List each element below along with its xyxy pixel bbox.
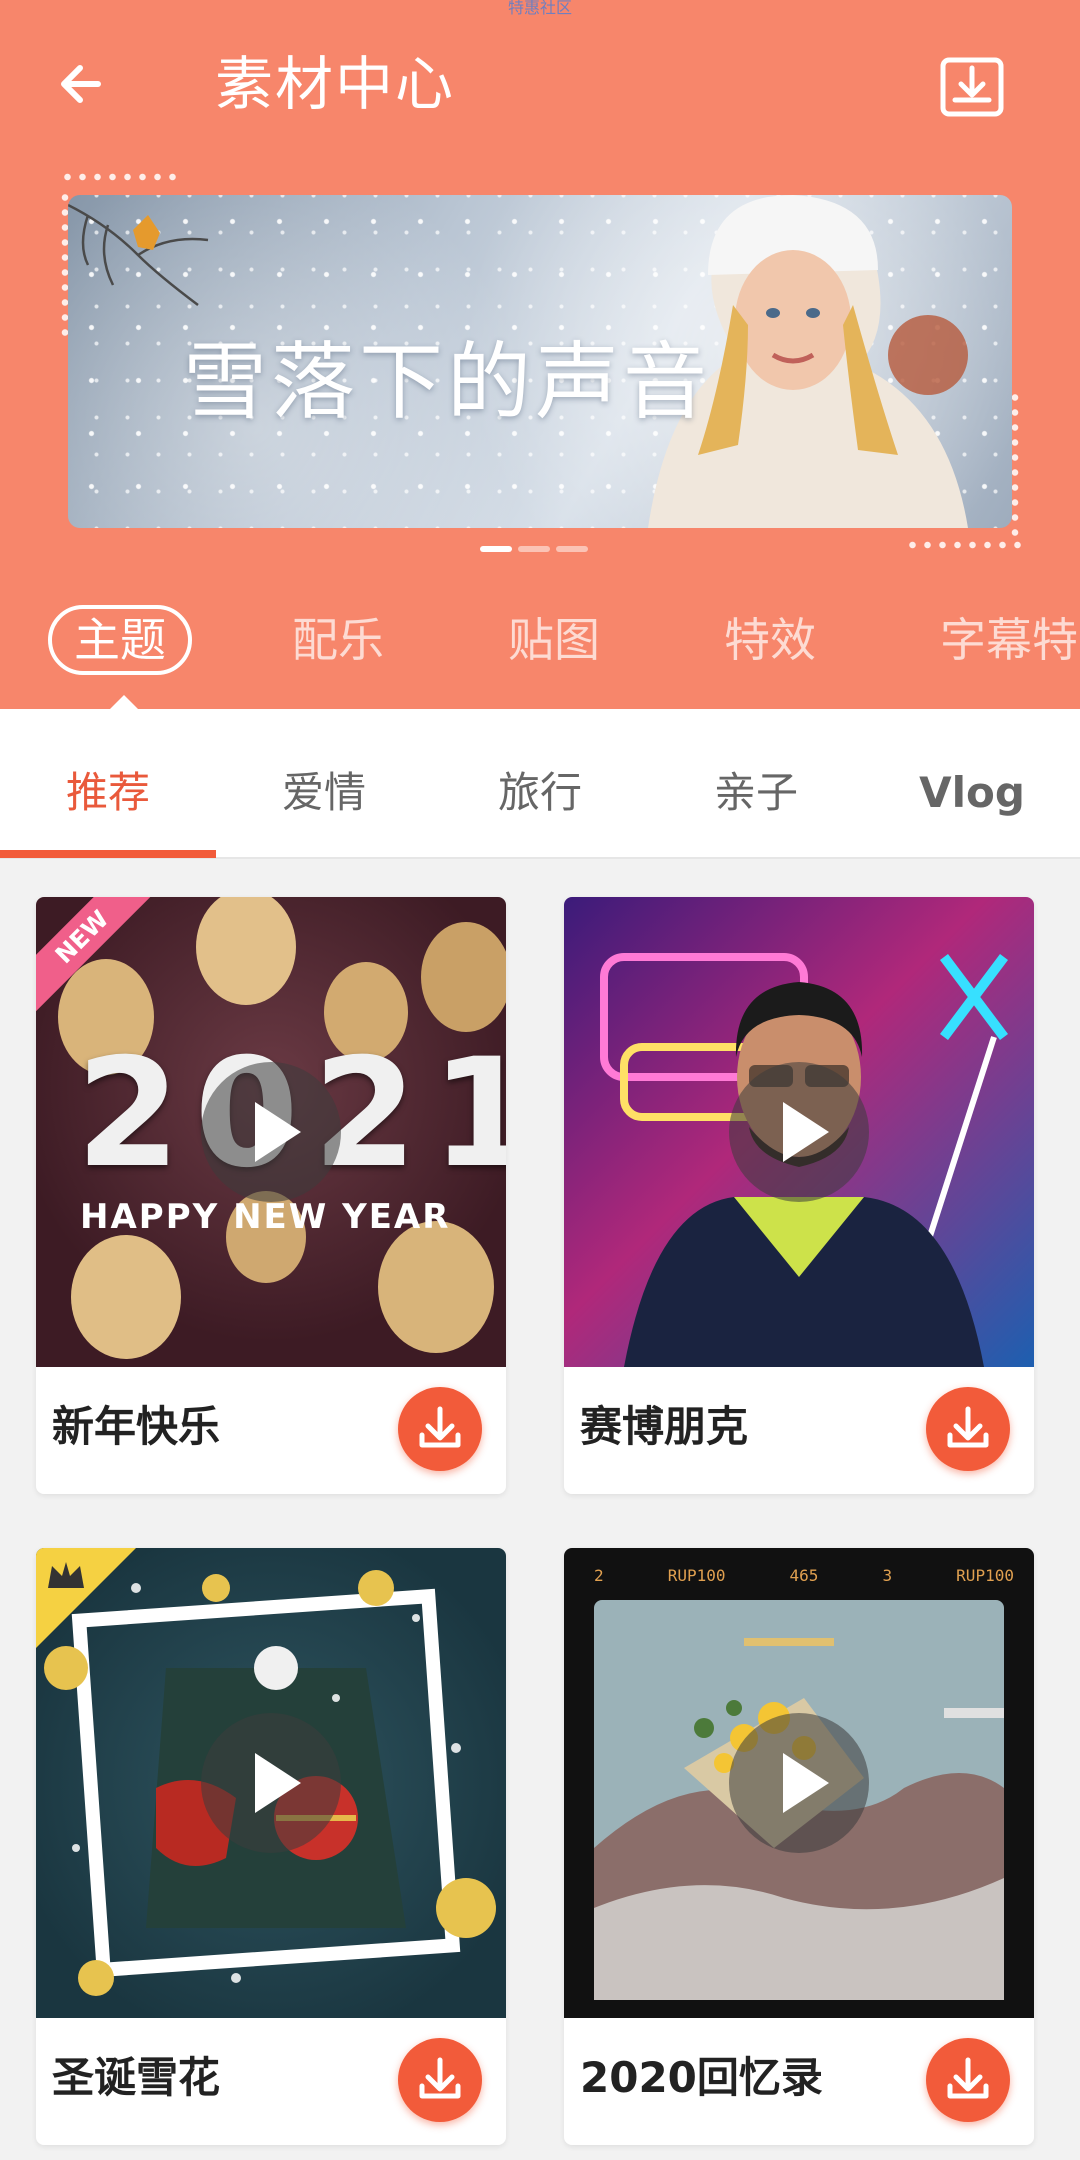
card-title: 2020回忆录 (580, 2053, 823, 2102)
arrow-left-icon (61, 65, 101, 103)
thumb-greeting-text: HAPPY NEW YEAR (80, 1197, 451, 1237)
play-icon[interactable] (729, 1062, 869, 1202)
status-text: 特惠社区 (507, 0, 572, 17)
play-icon[interactable] (729, 1713, 869, 1853)
card-thumbnail[interactable]: 2021 HAPPY NEW YEAR NEW (36, 897, 506, 1367)
crown-icon (48, 1562, 84, 1588)
active-tab-pointer (110, 695, 138, 709)
subtab-love[interactable]: 爱情 (216, 709, 432, 859)
banner-caption: 雪落下的声音 (183, 333, 712, 431)
category-tabs: 主题 配乐 贴图 特效 字幕特 (0, 600, 1080, 680)
card-thumbnail[interactable] (564, 897, 1034, 1367)
banner-pager (480, 546, 588, 552)
back-button[interactable] (50, 50, 120, 120)
tab-theme[interactable]: 主题 (48, 605, 192, 675)
play-icon[interactable] (201, 1713, 341, 1853)
card-download-button[interactable] (926, 1387, 1010, 1471)
header-area: 特惠社区 素材中心 雪落下的声音 主题 配乐 贴图 特效 字幕特 (0, 0, 1080, 709)
tab-music[interactable]: 配乐 (292, 600, 384, 680)
tab-subtitle-effects[interactable]: 字幕特 (940, 600, 1078, 680)
card-download-button[interactable] (398, 1387, 482, 1471)
template-card[interactable]: 2021 HAPPY NEW YEAR NEW 新年快乐 (36, 897, 506, 1494)
tab-effects[interactable]: 特效 (724, 600, 816, 680)
card-title: 赛博朋克 (580, 1402, 749, 1451)
download-icon (947, 2057, 989, 2099)
card-download-button[interactable] (398, 2038, 482, 2122)
pager-dot (518, 546, 550, 552)
card-title: 新年快乐 (52, 1402, 221, 1451)
card-title: 圣诞雪花 (52, 2053, 221, 2102)
page-title: 素材中心 (215, 50, 456, 118)
subtab-indicator (0, 850, 216, 858)
subtab-travel[interactable]: 旅行 (432, 709, 648, 859)
pager-dot (480, 546, 512, 552)
download-icon (947, 1406, 989, 1448)
template-card[interactable]: 2 RUP100 465 3 RUP100 2020回忆录 (564, 1548, 1034, 2145)
download-tray-icon (940, 57, 1004, 117)
subtab-vlog[interactable]: Vlog (864, 709, 1080, 859)
pager-dot (556, 546, 588, 552)
promo-banner[interactable]: 雪落下的声音 (68, 195, 1012, 528)
downloads-button[interactable] (935, 50, 1009, 124)
template-card[interactable]: 赛博朋克 (564, 897, 1034, 1494)
branch-illustration (68, 203, 209, 306)
banner-decoration-dots (905, 540, 1025, 550)
card-thumbnail[interactable]: 2 RUP100 465 3 RUP100 (564, 1548, 1034, 2018)
subtab-family[interactable]: 亲子 (648, 709, 864, 859)
tab-stickers[interactable]: 贴图 (508, 600, 600, 680)
download-icon (419, 1406, 461, 1448)
card-download-button[interactable] (926, 2038, 1010, 2122)
card-thumbnail[interactable] (36, 1548, 506, 2018)
subtab-recommended[interactable]: 推荐 (0, 709, 216, 859)
banner-decoration-dots (60, 172, 180, 182)
sub-tabs: 推荐 爱情 旅行 亲子 Vlog (0, 709, 1080, 859)
download-icon (419, 2057, 461, 2099)
play-icon[interactable] (201, 1062, 341, 1202)
template-card[interactable]: 圣诞雪花 (36, 1548, 506, 2145)
